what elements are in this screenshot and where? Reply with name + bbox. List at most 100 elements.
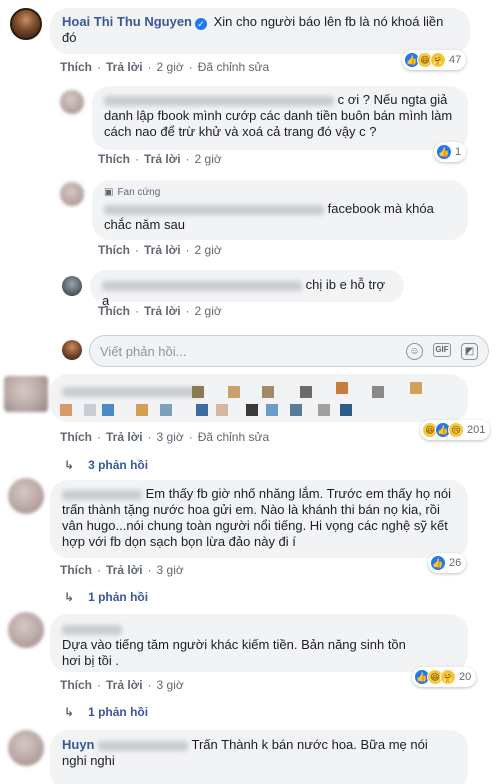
comment-actions: Thích · Trả lời · 2 giờ · Đã chỉnh sửa xyxy=(60,60,269,74)
timestamp[interactable]: 2 giờ xyxy=(195,304,222,318)
replies-count[interactable]: 1 phản hồi xyxy=(88,705,148,719)
pixelated-text xyxy=(60,404,72,416)
avatar[interactable] xyxy=(8,612,44,648)
timestamp[interactable]: 2 giờ xyxy=(195,152,222,166)
reply-button[interactable]: Trả lời xyxy=(106,430,143,444)
avatar[interactable] xyxy=(4,376,48,412)
comment-bubble: Hoai Thi Thu Nguyen ✓ Xin cho người báo l… xyxy=(50,8,470,54)
pixelated-text xyxy=(196,404,208,416)
comment-actions: Thích · Trả lời · 2 giờ xyxy=(98,304,222,318)
avatar[interactable] xyxy=(10,8,42,40)
blurred-author xyxy=(104,95,334,106)
separator: · xyxy=(147,430,152,444)
timestamp[interactable]: 3 giờ xyxy=(157,563,184,577)
like-button[interactable]: Thích xyxy=(60,60,92,74)
separator: · xyxy=(135,304,139,318)
replies-count[interactable]: 1 phản hồi xyxy=(88,590,148,604)
avatar[interactable] xyxy=(8,730,44,766)
like-button[interactable]: Thích xyxy=(98,304,130,318)
fan-badge-icon: ▣ xyxy=(104,187,114,198)
reply-button[interactable]: Trả lời xyxy=(106,678,143,692)
blurred-author xyxy=(62,489,142,500)
reply-button[interactable]: Trả lời xyxy=(106,60,143,74)
edited-label[interactable]: Đã chỉnh sửa xyxy=(198,430,269,444)
pixelated-text xyxy=(318,404,330,416)
timestamp[interactable]: 3 giờ xyxy=(157,678,184,692)
timestamp[interactable]: 3 giờ xyxy=(157,430,184,444)
comment-text: vân hugo...nói chung toàn người nổi tiến… xyxy=(62,518,448,533)
blurred-author xyxy=(62,386,202,397)
comment-bubble: Em thấy fb giờ nhố nhăng lắm. Trước em t… xyxy=(50,480,468,558)
like-button[interactable]: Thích xyxy=(60,563,92,577)
comment-text: hơi bị tồi . xyxy=(62,653,119,668)
comment-actions: Thích · Trả lời · 3 giờ xyxy=(60,563,184,577)
view-replies-link[interactable]: ↳ 1 phản hồi xyxy=(64,705,148,719)
pixelated-text xyxy=(136,404,148,416)
reply-button[interactable]: Trả lời xyxy=(106,563,143,577)
pixelated-text xyxy=(290,404,302,416)
reply-input[interactable]: Viết phản hồi... ☺ GIF ◩ xyxy=(89,335,489,367)
separator: · xyxy=(185,243,190,257)
like-reaction-icon: 👍 xyxy=(430,555,446,571)
comment-text: Em thấy fb giờ nhố nhăng lắm. Trước em t… xyxy=(145,486,452,501)
avatar[interactable] xyxy=(62,276,82,296)
comment-bubble: Dựa vào tiếng tăm người khác kiếm tiền. … xyxy=(50,614,468,672)
comment-text: nghi nghi xyxy=(62,753,115,768)
avatar[interactable] xyxy=(60,182,84,206)
like-button[interactable]: Thích xyxy=(98,243,130,257)
pixelated-text xyxy=(216,404,228,416)
reply-button[interactable]: Trả lời xyxy=(144,243,181,257)
avatar[interactable] xyxy=(60,90,84,114)
reply-button[interactable]: Trả lời xyxy=(144,152,181,166)
blurred-author xyxy=(104,204,324,215)
timestamp[interactable]: 2 giờ xyxy=(157,60,184,74)
separator: · xyxy=(147,60,152,74)
pixelated-text xyxy=(266,404,278,416)
separator: · xyxy=(97,430,101,444)
avatar[interactable] xyxy=(8,478,44,514)
reaction-summary[interactable]: 👍 1 xyxy=(434,142,467,162)
separator: · xyxy=(188,430,193,444)
separator: · xyxy=(147,678,152,692)
comment-text: đó xyxy=(62,30,77,45)
separator: · xyxy=(97,60,101,74)
reaction-summary[interactable]: 👍 26 xyxy=(428,553,467,573)
reaction-summary[interactable]: 👍 😆 🤗 20 xyxy=(412,667,477,687)
pixelated-text xyxy=(336,382,348,394)
view-replies-link[interactable]: ↳ 1 phản hồi xyxy=(64,590,148,604)
comment-actions: Thích · Trả lời · 3 giờ · Đã chỉnh sửa xyxy=(60,430,269,444)
reaction-count: 20 xyxy=(459,671,472,683)
reaction-summary[interactable]: 👍 😆 🤗 47 xyxy=(402,50,467,70)
comment-author[interactable]: Hoai Thi Thu Nguyen xyxy=(62,14,192,29)
edited-label[interactable]: Đã chỉnh sửa xyxy=(198,60,269,74)
comment-text: hợp với fb dọn sạch bọn lừa đảo này đi í xyxy=(62,534,296,549)
like-button[interactable]: Thích xyxy=(98,152,130,166)
separator: · xyxy=(135,152,139,166)
pixelated-text xyxy=(372,386,384,398)
reaction-summary[interactable]: 😆 👍 😢 201 xyxy=(420,420,491,440)
replies-count[interactable]: 3 phản hồi xyxy=(88,458,148,472)
comment-actions: Thích · Trả lời · 2 giờ xyxy=(98,152,222,166)
comment-bubble: ▣ Fan cứng facebook mà khóa chắc năm sau xyxy=(92,180,468,240)
pixelated-text xyxy=(102,404,114,416)
reply-button[interactable]: Trả lời xyxy=(144,304,181,318)
timestamp[interactable]: 2 giờ xyxy=(195,243,222,257)
reaction-count: 201 xyxy=(467,424,486,436)
comment-text: chắc năm sau xyxy=(104,217,185,232)
like-button[interactable]: Thích xyxy=(60,678,92,692)
verified-badge-icon: ✓ xyxy=(195,18,207,30)
comment-text: trấn thành tặng nước hoa gửi em. Nào là … xyxy=(62,502,440,517)
pixelated-text xyxy=(192,386,204,398)
comment-author[interactable]: Huyn xyxy=(62,737,95,752)
blurred-author xyxy=(102,280,302,291)
sticker-icon[interactable]: ◩ xyxy=(461,342,478,360)
like-button[interactable]: Thích xyxy=(60,430,92,444)
emoji-icon[interactable]: ☺ xyxy=(406,342,423,360)
gif-icon[interactable]: GIF xyxy=(433,342,451,357)
view-replies-link[interactable]: ↳ 3 phản hồi xyxy=(64,458,148,472)
pixelated-text xyxy=(246,404,258,416)
pixelated-text xyxy=(84,404,96,416)
reply-arrow-icon: ↳ xyxy=(64,458,75,472)
reaction-count: 47 xyxy=(449,54,462,66)
comment-actions: Thích · Trả lời · 2 giờ xyxy=(98,243,222,257)
